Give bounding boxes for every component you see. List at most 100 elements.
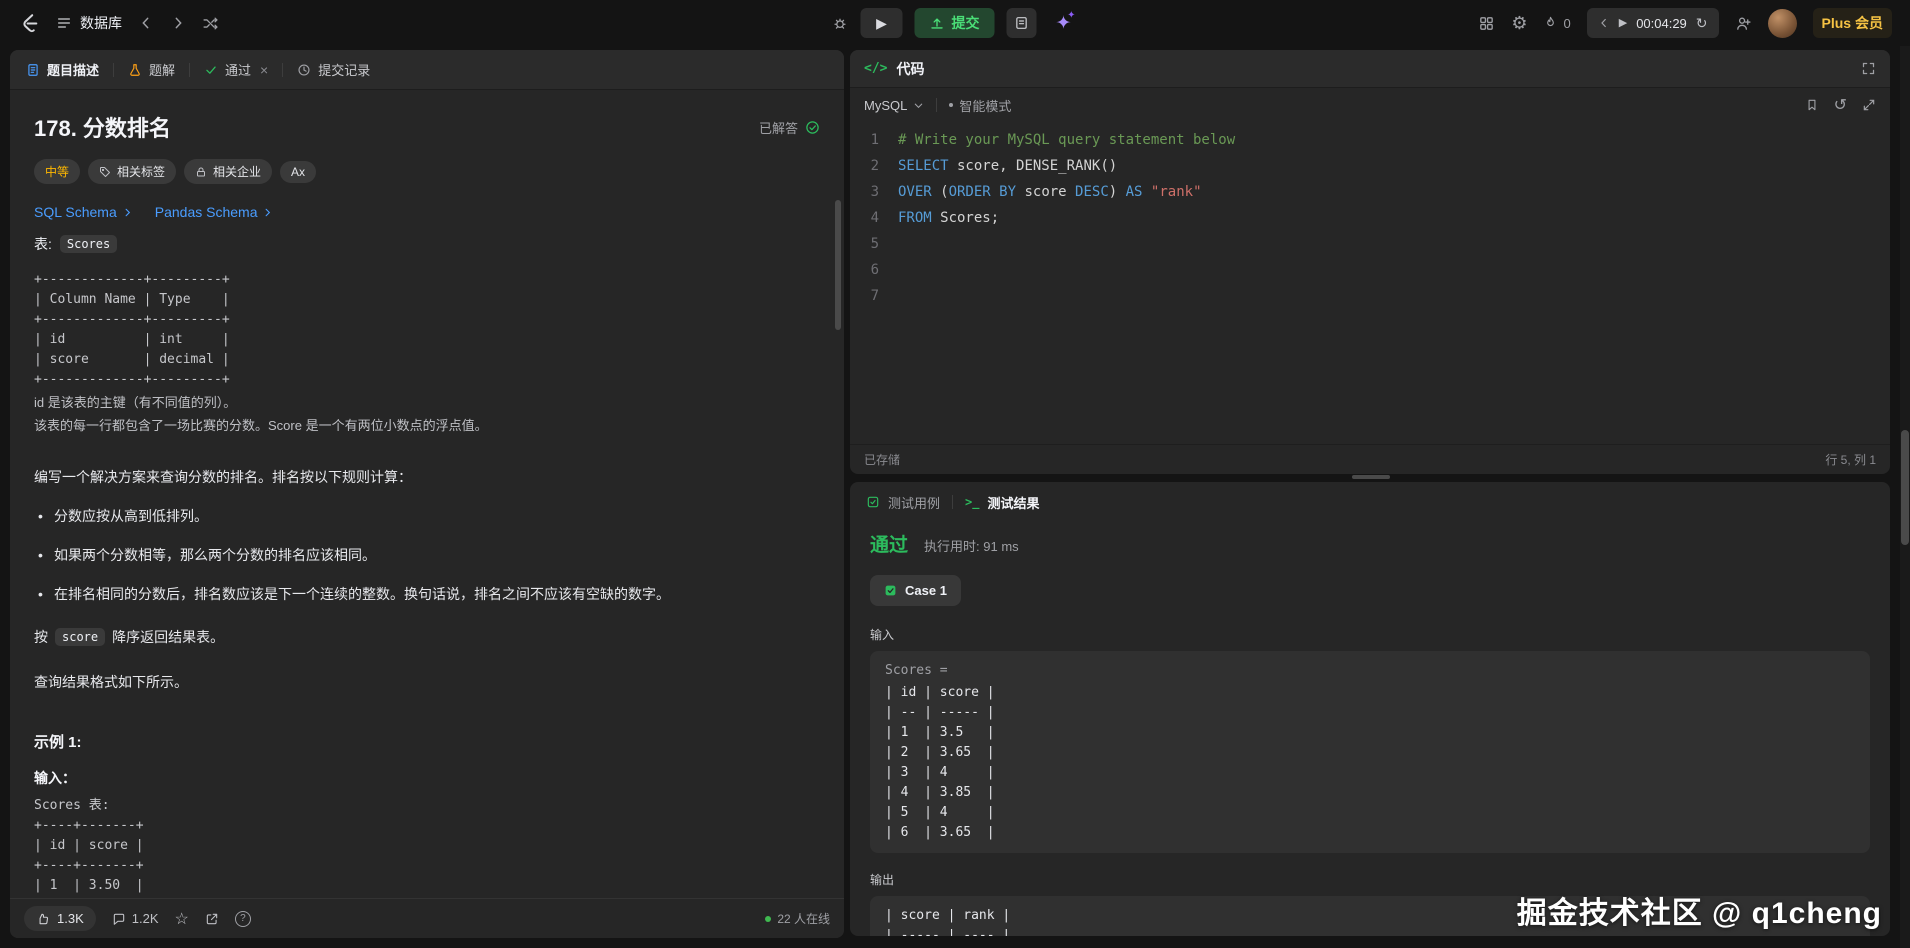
bookmark-icon[interactable] [1805, 98, 1819, 112]
tab-testresult[interactable]: >_ 测试结果 [965, 493, 1039, 512]
code-panel-title: 代码 [896, 59, 924, 79]
flask-icon [128, 63, 142, 77]
settings-gear-icon[interactable]: ⚙ [1511, 13, 1527, 34]
example-input-label: 输入： [34, 768, 820, 788]
online-count: 22 人在线 [765, 910, 830, 927]
problem-content: 178. 分数排名 已解答 中等 相关标签 相关企业 [10, 91, 844, 898]
window-scrollbar[interactable] [1900, 46, 1910, 948]
like-button[interactable]: 1.3K [24, 906, 96, 931]
code-line[interactable]: 6 [850, 257, 1890, 283]
user-avatar[interactable] [1768, 9, 1797, 38]
code-line[interactable]: 4FROM Scores; [850, 205, 1890, 231]
nav-problem-list[interactable]: 数据库 [56, 13, 122, 33]
example-ascii-table: +----+-------+ | id | score | +----+----… [34, 816, 820, 898]
code-icon: </> [864, 61, 887, 76]
flame-icon [1543, 15, 1558, 31]
input-box[interactable]: Scores = | id | score | | -- | ----- | |… [870, 651, 1870, 853]
code-line[interactable]: 5 [850, 231, 1890, 257]
related-tags-pill[interactable]: 相关标签 [88, 159, 176, 184]
upload-icon [930, 16, 945, 31]
comments-button[interactable]: 1.2K [112, 911, 159, 926]
line-number: 6 [850, 257, 898, 283]
code-panel: </> 代码 MySQL 智能模式 ↺ 1# Write your [850, 50, 1890, 474]
rules-list: 分数应按从高到低排列。 如果两个分数相等，那么两个分数的排名应该相同。 在排名相… [34, 506, 820, 605]
difficulty-badge[interactable]: 中等 [34, 159, 80, 184]
code-editor[interactable]: 1# Write your MySQL query statement belo… [850, 123, 1890, 444]
help-button[interactable]: ? [235, 911, 251, 927]
table-name-row: 表: Scores [34, 234, 820, 254]
submit-label: 提交 [952, 13, 980, 33]
tab-solutions[interactable]: 题解 [124, 60, 179, 79]
expand-editor-icon[interactable] [1862, 98, 1876, 112]
tab-testcase[interactable]: 测试用例 [866, 493, 940, 512]
next-problem-icon[interactable] [170, 15, 186, 31]
lock-icon [195, 166, 207, 178]
apps-grid-icon[interactable] [1478, 15, 1495, 32]
run-button[interactable]: ▶ [861, 8, 903, 38]
related-companies-pill[interactable]: 相关企业 [184, 159, 272, 184]
timer[interactable]: ▶ 00:04:29 ↻ [1587, 8, 1719, 38]
leetcode-logo[interactable] [18, 11, 40, 35]
problem-intro: 编写一个解决方案来查询分数的排名。排名按以下规则计算： [34, 466, 820, 488]
share-icon[interactable] [205, 912, 219, 926]
case-1-button[interactable]: Case 1 [870, 575, 961, 606]
sql-schema-link[interactable]: SQL Schema [34, 204, 133, 220]
prev-problem-icon[interactable] [138, 15, 154, 31]
tab-description[interactable]: 题目描述 [22, 60, 103, 79]
dot-icon [949, 103, 953, 107]
schema-note: id 是该表的主键（有不同值的列）。 [34, 393, 820, 413]
rule-item: 在排名相同的分数后，排名数应该是下一个连续的整数。换句话说，排名之间不应该有空缺… [34, 584, 820, 605]
invite-user-icon[interactable] [1735, 15, 1752, 32]
input-variable: Scores = [885, 661, 1855, 681]
ax-pill[interactable]: Ax [280, 161, 316, 183]
editor-toolbar: MySQL 智能模式 ↺ [850, 88, 1890, 122]
code-line[interactable]: 7 [850, 283, 1890, 309]
fullscreen-icon[interactable] [1861, 61, 1876, 76]
shuffle-icon[interactable] [202, 15, 219, 32]
pandas-schema-link[interactable]: Pandas Schema [155, 204, 274, 220]
problem-meta: 中等 相关标签 相关企业 Ax [34, 159, 820, 184]
debug-icon[interactable] [832, 15, 849, 32]
document-icon [26, 63, 40, 77]
timer-reset-icon[interactable]: ↻ [1696, 16, 1708, 30]
code-line[interactable]: 1# Write your MySQL query statement belo… [850, 127, 1890, 153]
comment-icon [112, 912, 126, 926]
notes-icon[interactable] [1007, 8, 1037, 38]
scrollbar-thumb[interactable] [1901, 430, 1909, 545]
smart-mode-toggle[interactable]: 智能模式 [949, 96, 1011, 115]
line-number: 4 [850, 205, 898, 231]
comment-count: 1.2K [132, 911, 159, 926]
nav-label: 数据库 [80, 13, 122, 33]
output-label: 输出 [870, 871, 1870, 888]
panel-resize-handle[interactable] [1352, 475, 1390, 479]
close-icon[interactable]: × [260, 62, 268, 78]
streak-count: 0 [1563, 16, 1570, 31]
tab-submissions[interactable]: 提交记录 [293, 60, 374, 79]
test-tab-bar: 测试用例 >_ 测试结果 [850, 482, 1890, 522]
line-number: 3 [850, 179, 898, 205]
score-chip: score [55, 628, 105, 646]
solved-status: 已解答 [759, 118, 820, 137]
line-number: 1 [850, 127, 898, 153]
favorite-star-icon[interactable]: ☆ [175, 909, 189, 929]
problem-scrollbar[interactable] [835, 200, 841, 330]
code-line[interactable]: 2SELECT score, DENSE_RANK() [850, 153, 1890, 179]
collapse-timer-icon[interactable] [1598, 17, 1610, 29]
language-select[interactable]: MySQL [864, 98, 924, 113]
divider [189, 63, 190, 77]
streak-counter[interactable]: 0 [1543, 15, 1570, 31]
check-icon [204, 63, 218, 77]
tab-accepted[interactable]: 通过 × [200, 60, 272, 79]
case-pass-icon [884, 584, 897, 597]
code-line[interactable]: 3OVER (ORDER BY score DESC) AS "rank" [850, 179, 1890, 205]
play-icon: ▶ [876, 15, 887, 31]
example-block: 输入： Scores 表: +----+-------+ | id | scor… [34, 768, 820, 898]
plus-member-badge[interactable]: Plus 会员 [1813, 8, 1892, 38]
divider [936, 98, 937, 112]
test-panel: 测试用例 >_ 测试结果 通过 执行用时: 91 ms Case 1 输入 [850, 482, 1890, 936]
reset-code-icon[interactable]: ↺ [1834, 95, 1847, 115]
ai-sparkle-icon[interactable]: ✦ ✦ [1049, 8, 1079, 38]
timer-play-icon[interactable]: ▶ [1619, 18, 1627, 29]
chevron-right-icon [122, 207, 133, 218]
submit-button[interactable]: 提交 [915, 8, 995, 38]
